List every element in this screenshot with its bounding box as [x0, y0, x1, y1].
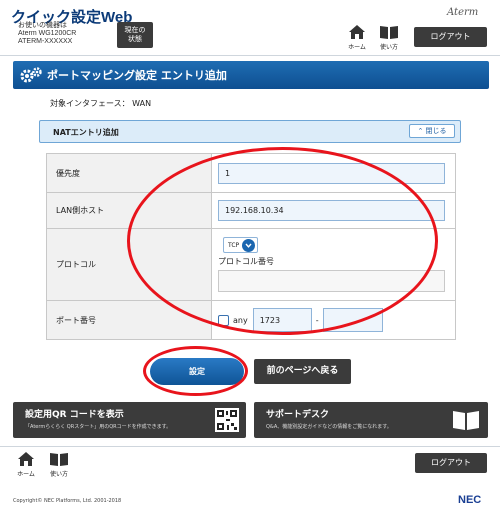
footer-home-label: ホーム: [17, 471, 35, 478]
qr-code-card[interactable]: 設定用QR コードを表示 「Atermらくらく QRスタート」用のQRコードを作…: [13, 402, 246, 438]
footer-help-label: 使い方: [49, 471, 68, 478]
support-card-title: サポートデスク: [266, 410, 330, 420]
nat-entry-section-header: NATエントリ追加: [39, 120, 461, 143]
device-model: Aterm WG1200CR: [18, 30, 77, 37]
interface-label: 対象インタフェース：: [50, 99, 130, 108]
device-serial: ATERM-XXXXXX: [18, 38, 73, 45]
page-title: ポートマッピング設定 エントリ追加: [47, 69, 227, 82]
footer-logout-button[interactable]: ログアウト: [415, 453, 487, 473]
back-button[interactable]: 前のページへ戻る: [254, 359, 351, 384]
footer-help-button[interactable]: 使い方: [46, 451, 72, 478]
header-divider: [0, 55, 500, 56]
qr-code-icon: [215, 408, 239, 432]
home-icon: [18, 452, 34, 466]
aterm-logo: Aterm: [447, 7, 479, 18]
help-label: 使い方: [379, 44, 398, 51]
target-interface: 対象インタフェース： WAN: [50, 98, 151, 109]
nec-logo: NEC: [458, 494, 482, 506]
book-icon: [453, 411, 479, 430]
home-label: ホーム: [348, 44, 366, 51]
logout-button[interactable]: ログアウト: [414, 27, 487, 47]
device-info: お使いの機器は Aterm WG1200CR ATERM-XXXXXX: [18, 22, 76, 46]
gears-icon: [20, 67, 42, 83]
support-card-subtitle: Q&A、機能別設定ガイドなどの情報をご覧になれます。: [266, 424, 392, 430]
home-button[interactable]: ホーム: [344, 24, 370, 51]
interface-value: WAN: [132, 99, 152, 108]
footer-divider: [0, 446, 500, 447]
device-caption: お使いの機器は: [18, 22, 67, 29]
book-icon: [380, 26, 398, 39]
annotation-ellipse-submit: [143, 346, 248, 396]
book-icon: [50, 453, 68, 466]
collapse-button[interactable]: ⌃ 閉じる: [409, 124, 455, 138]
annotation-ellipse-form: [127, 147, 438, 335]
qr-card-subtitle: 「Atermらくらく QRスタート」用のQRコードを作成できます。: [25, 424, 172, 430]
chevron-up-icon: ⌃: [417, 127, 424, 135]
section-title: NATエントリ追加: [53, 128, 119, 137]
collapse-label: 閉じる: [425, 127, 447, 135]
help-button[interactable]: 使い方: [376, 24, 402, 51]
qr-card-title: 設定用QR コードを表示: [25, 410, 124, 420]
page-title-bar: ポートマッピング設定 エントリ追加: [13, 61, 489, 89]
home-icon: [349, 25, 365, 39]
current-status-button[interactable]: 現在の 状態: [117, 22, 153, 48]
footer-home-button[interactable]: ホーム: [13, 451, 39, 478]
support-desk-card[interactable]: サポートデスク Q&A、機能別設定ガイドなどの情報をご覧になれます。: [254, 402, 488, 438]
copyright: Copyright© NEC Platforms, Ltd. 2001-2018: [13, 498, 122, 504]
